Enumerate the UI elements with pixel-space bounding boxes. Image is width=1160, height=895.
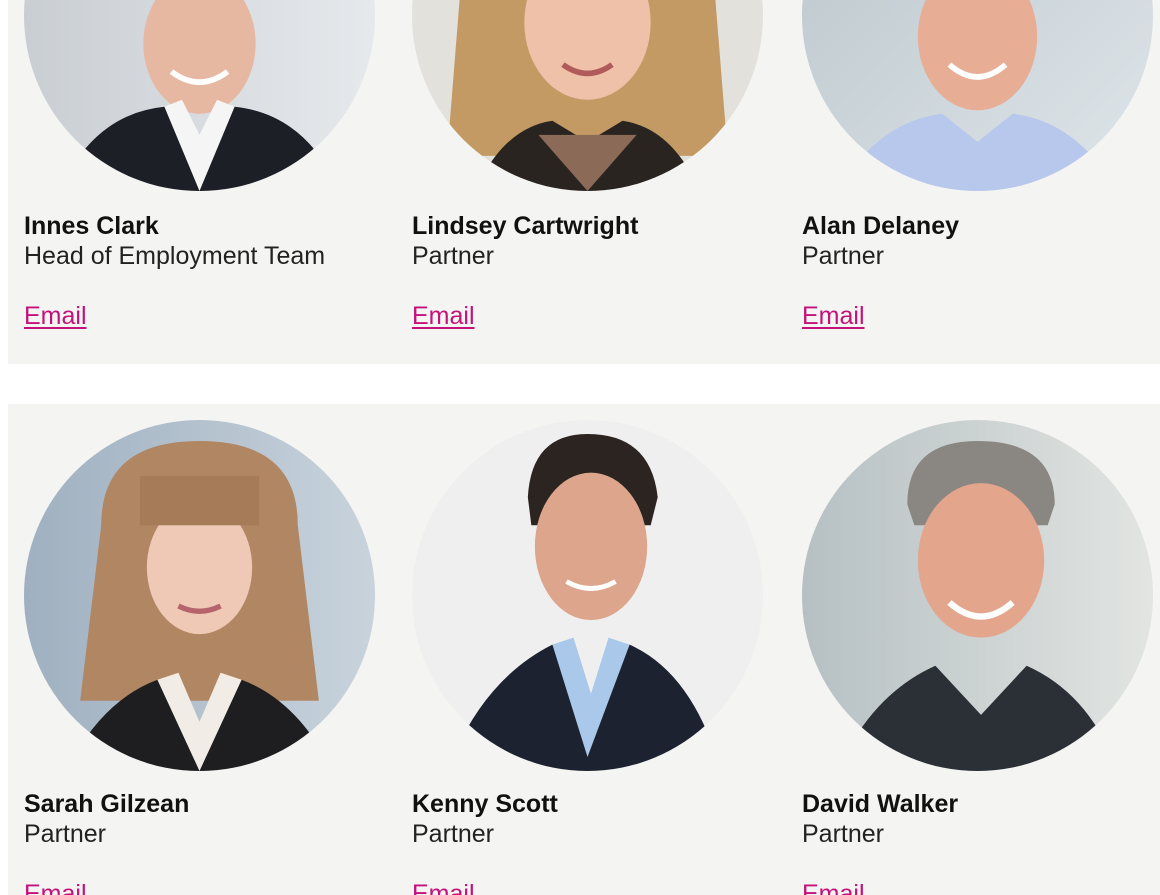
member-role: Partner — [802, 242, 884, 270]
email-link[interactable]: Email — [412, 302, 475, 331]
email-link[interactable]: Email — [802, 880, 865, 895]
member-name: Kenny Scott — [412, 790, 558, 818]
email-link[interactable]: Email — [412, 880, 475, 895]
profile-photo — [24, 420, 375, 771]
team-row: Sarah Gilzean Partner Email Kenny Scott … — [8, 404, 1160, 895]
member-name: Innes Clark — [24, 212, 159, 240]
email-link[interactable]: Email — [802, 302, 865, 331]
member-role: Partner — [412, 820, 494, 848]
member-role: Partner — [412, 242, 494, 270]
profile-photo — [802, 0, 1153, 191]
team-row: Innes Clark Head of Employment Team Emai… — [8, 0, 1160, 364]
member-role: Partner — [802, 820, 884, 848]
profile-photo — [802, 420, 1153, 771]
email-link[interactable]: Email — [24, 880, 87, 895]
member-name: David Walker — [802, 790, 959, 818]
email-link[interactable]: Email — [24, 302, 87, 331]
member-name: Sarah Gilzean — [24, 790, 190, 818]
member-role: Head of Employment Team — [24, 242, 326, 270]
member-name: Alan Delaney — [802, 212, 960, 240]
team-page: Innes Clark Head of Employment Team Emai… — [0, 0, 1160, 895]
member-name: Lindsey Cartwright — [412, 212, 639, 240]
member-role: Partner — [24, 820, 106, 848]
profile-photo — [24, 0, 375, 191]
profile-photo — [412, 420, 763, 771]
profile-photo — [412, 0, 763, 191]
